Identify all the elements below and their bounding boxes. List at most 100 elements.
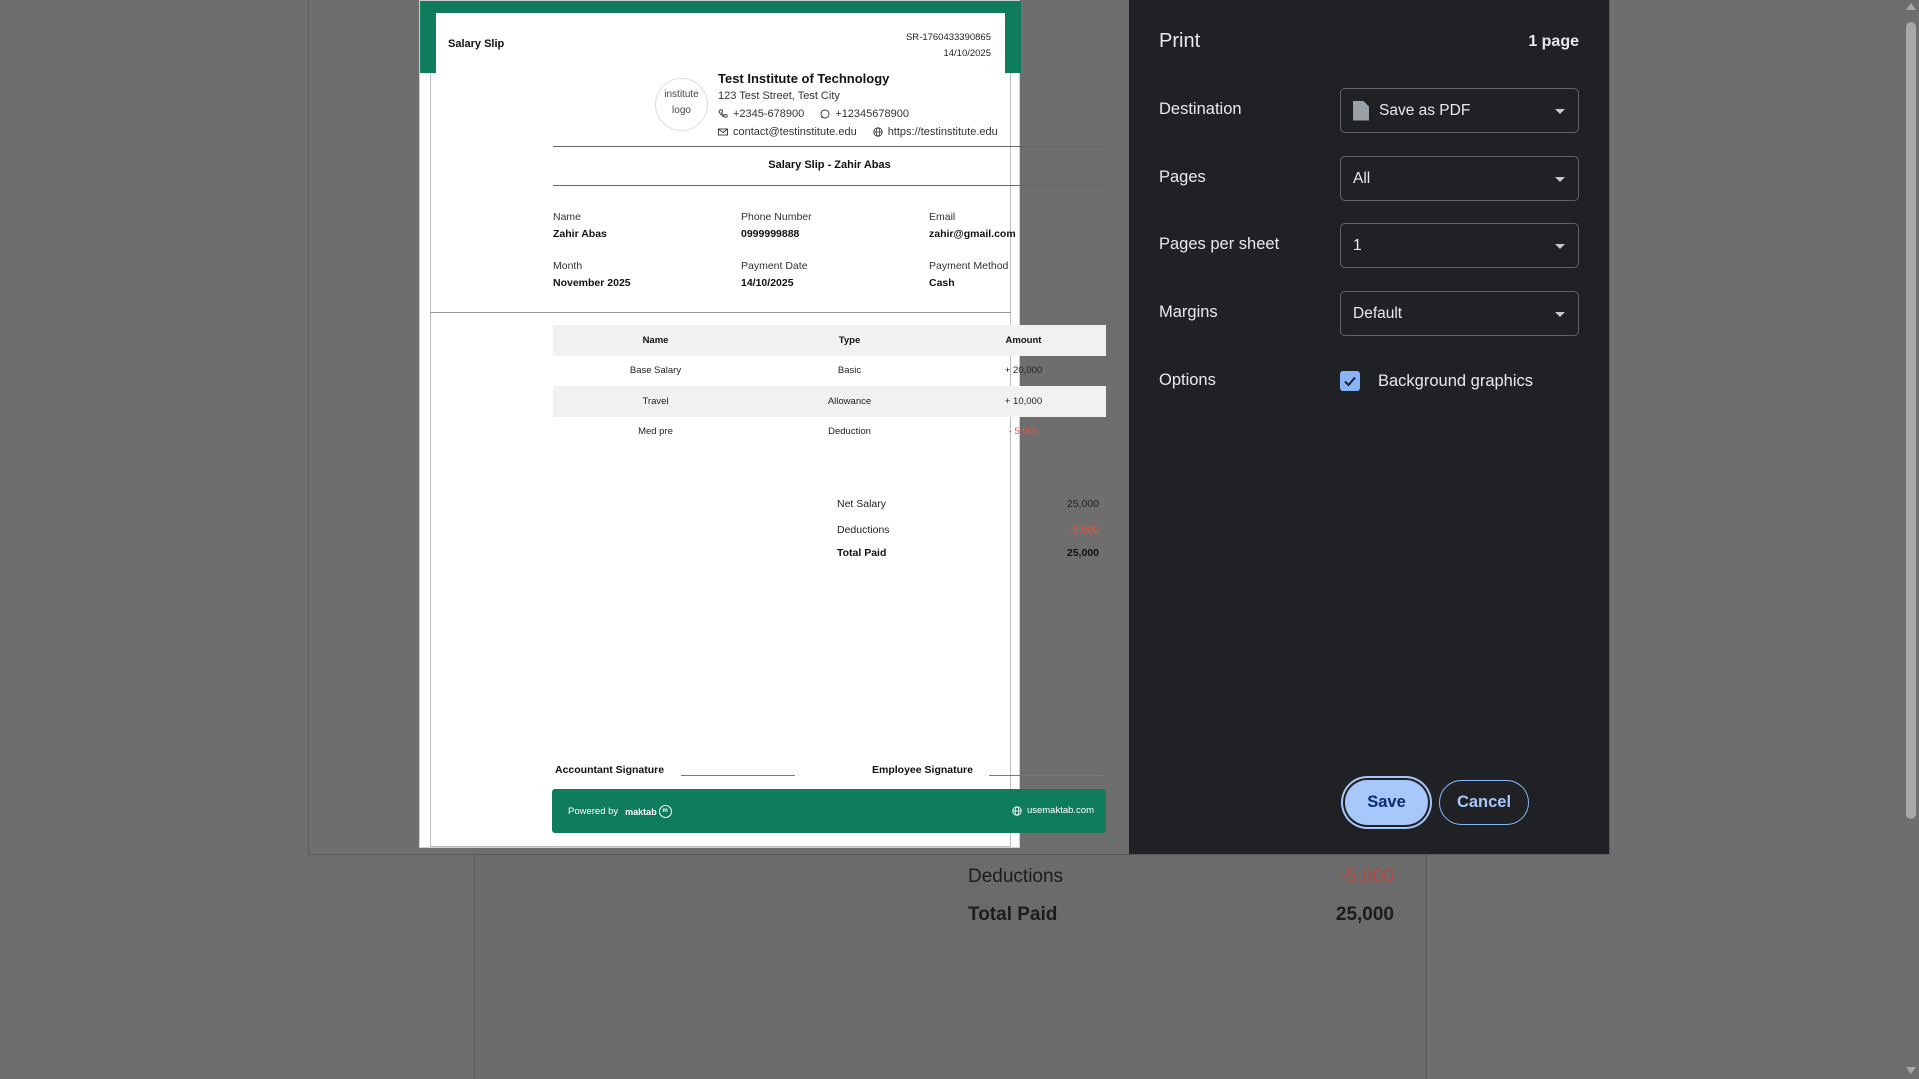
pages-value: All xyxy=(1353,169,1371,187)
employee-email-label: Email xyxy=(929,211,956,223)
destination-select[interactable]: Save as PDF xyxy=(1340,88,1579,133)
scrollbar-thumb[interactable] xyxy=(1906,22,1916,819)
institute-address-text: 123 Test Street, Test City xyxy=(718,90,840,102)
slip-footer: Powered by maktab m usemaktab.com xyxy=(552,789,1106,833)
margins-value: Default xyxy=(1353,304,1403,322)
pages-select[interactable]: All xyxy=(1340,156,1579,201)
institute-address: 123 Test Street, Test City xyxy=(718,90,840,102)
net-salary-label: Net Salary xyxy=(837,498,887,510)
net-salary-row: Net Salary 25,000 xyxy=(837,498,1099,510)
pdf-file-icon xyxy=(1353,100,1369,121)
save-button[interactable]: Save xyxy=(1345,780,1428,825)
pages-per-sheet-label: Pages per sheet xyxy=(1159,235,1280,253)
table-header-type: Type xyxy=(838,334,861,346)
accountant-signature-line xyxy=(681,775,795,776)
phone-icon xyxy=(718,109,728,118)
institute-contacts: contact@testinstitute.edu https://testin… xyxy=(718,126,998,138)
slip-ref-number: SR-1760433390865 xyxy=(905,32,991,43)
table-cell-amount: - 5,000 xyxy=(1008,426,1039,438)
margins-select[interactable]: Default xyxy=(1340,291,1579,336)
institute-phone: +2345-678900 xyxy=(733,108,805,120)
pages-per-sheet-value: 1 xyxy=(1353,236,1362,254)
background-graphics-checkbox[interactable] xyxy=(1340,371,1360,391)
table-cell-name: Base Salary xyxy=(629,365,682,377)
scroll-up-arrow-icon[interactable] xyxy=(1906,3,1916,10)
dropdown-arrow-icon xyxy=(1555,177,1565,182)
background-graphics-label[interactable]: Background graphics xyxy=(1378,372,1533,391)
background-total-label: Total Paid xyxy=(968,904,1058,925)
brand-name: maktab xyxy=(625,806,657,817)
table-cell-amount: + 20,000 xyxy=(1004,365,1043,377)
month-label: Month xyxy=(553,260,583,272)
deductions-value: -5,000 xyxy=(1069,524,1099,536)
dropdown-arrow-icon xyxy=(1555,109,1565,114)
table-cell-amount: + 10,000 xyxy=(1004,395,1043,407)
employee-phone-label: Phone Number xyxy=(741,211,812,223)
print-settings-panel: Print 1 page Destination Save as PDF Pag… xyxy=(1129,0,1609,854)
pages-label: Pages xyxy=(1159,168,1206,186)
slip-ref-date: 14/10/2025 xyxy=(943,48,991,59)
background-deductions-row: Deductions -5,000 xyxy=(968,866,1394,888)
table-row: Med pre Deduction - 5,000 xyxy=(553,417,1106,448)
institute-website: https://testinstitute.edu xyxy=(887,126,998,138)
total-paid-value: 25,000 xyxy=(1066,547,1099,559)
payment-date-value: 14/10/2025 xyxy=(741,277,794,289)
background-deductions-label: Deductions xyxy=(968,866,1064,887)
employee-signature-line xyxy=(989,775,1103,776)
header-accent-bar xyxy=(420,1,1021,13)
total-paid-label: Total Paid xyxy=(837,547,887,559)
employee-name-field: Name Zahir Abas xyxy=(553,211,607,240)
table-cell-type: Deduction xyxy=(828,426,871,438)
preview-page: Salary Slip SR-1760433390865 14/10/2025 … xyxy=(419,0,1106,848)
accountant-signature-label: Accountant Signature xyxy=(555,764,665,776)
institute-phones: +2345-678900 +12345678900 xyxy=(718,108,909,120)
deductions-row: Deductions -5,000 xyxy=(837,524,1099,536)
print-dialog: Salary Slip SR-1760433390865 14/10/2025 … xyxy=(309,0,1609,854)
checkmark-icon xyxy=(1344,376,1356,387)
deductions-label: Deductions xyxy=(837,524,890,536)
employee-name-value: Zahir Abas xyxy=(553,228,607,240)
employee-name-label: Name xyxy=(553,211,582,223)
whatsapp-icon xyxy=(820,109,830,119)
table-cell-name: Travel xyxy=(642,395,669,407)
brand-mark-icon: m xyxy=(658,805,672,818)
section-separator xyxy=(430,312,1011,313)
slip-title: Salary Slip xyxy=(448,38,505,50)
slip-frame xyxy=(430,73,1011,847)
total-paid-row: Total Paid 25,000 xyxy=(837,547,1099,559)
month-field: Month November 2025 xyxy=(553,260,631,289)
destination-value: Save as PDF xyxy=(1379,101,1471,119)
slip-subtitle: Salary Slip - Zahir Abas xyxy=(768,159,891,171)
print-preview: Salary Slip SR-1760433390865 14/10/2025 … xyxy=(309,0,1129,854)
slip-reference: SR-1760433390865 14/10/2025 xyxy=(906,30,991,62)
employee-signature-label: Employee Signature xyxy=(872,764,973,776)
powered-by: Powered by maktab m xyxy=(568,805,672,818)
net-salary-value: 25,000 xyxy=(1066,498,1099,510)
powered-by-label: Powered by xyxy=(568,806,619,817)
footer-site-text: usemaktab.com xyxy=(1026,805,1094,816)
pages-per-sheet-select[interactable]: 1 xyxy=(1340,223,1579,268)
institute-email: contact@testinstitute.edu xyxy=(733,126,857,138)
cancel-button[interactable]: Cancel xyxy=(1439,780,1529,825)
globe-icon xyxy=(1012,805,1022,816)
table-header-row: Name Type Amount xyxy=(553,325,1106,356)
month-value: November 2025 xyxy=(553,277,631,289)
table-cell-name: Med pre xyxy=(638,426,673,438)
payment-method-field: Payment Method Cash xyxy=(929,260,1008,289)
dropdown-arrow-icon xyxy=(1555,244,1565,249)
dropdown-arrow-icon xyxy=(1555,312,1565,317)
table-row: Base Salary Basic + 20,000 xyxy=(553,356,1106,387)
table-header-name: Name xyxy=(642,334,669,346)
employee-email-field: Email zahir@gmail.com xyxy=(929,211,1016,240)
background-total-value: 25,000 xyxy=(1335,904,1394,925)
institute-name: Test Institute of Technology xyxy=(718,71,890,86)
footer-site: usemaktab.com xyxy=(1012,805,1094,816)
institute-logo: institute logo xyxy=(655,78,708,131)
employee-phone-value: 0999999888 xyxy=(741,228,800,240)
table-header-amount: Amount xyxy=(1005,334,1042,346)
table-cell-type: Basic xyxy=(837,365,862,377)
scroll-down-arrow-icon[interactable] xyxy=(1906,1067,1916,1074)
payment-method-value: Cash xyxy=(929,277,955,289)
options-label: Options xyxy=(1159,371,1216,389)
print-title: Print xyxy=(1159,30,1201,52)
